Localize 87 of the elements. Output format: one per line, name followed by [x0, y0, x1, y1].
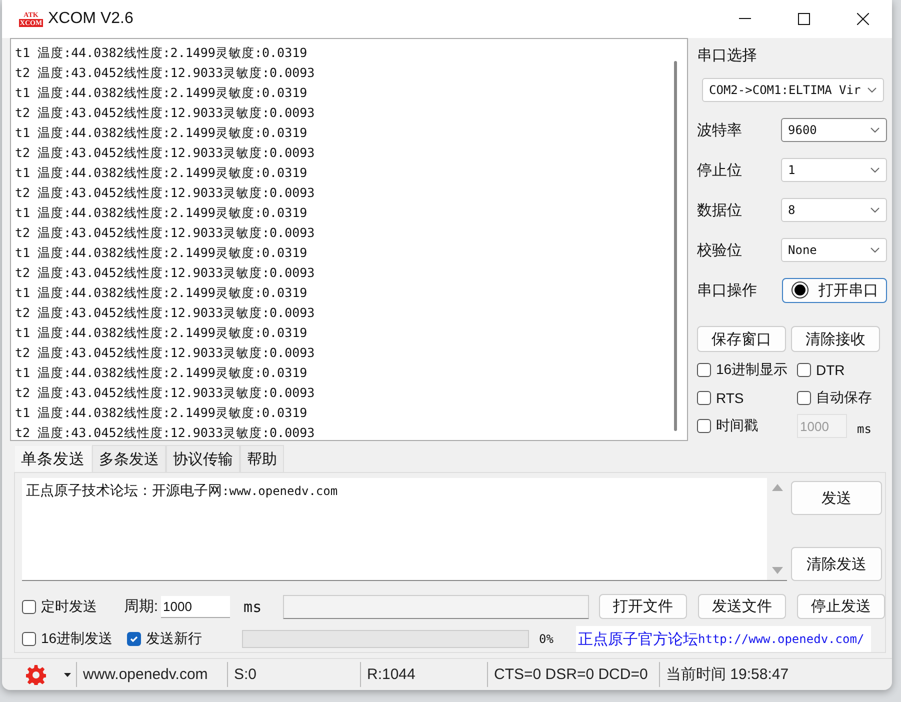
operation-label: 串口操作: [697, 280, 757, 300]
received-line: t1 温度:44.0382线性度:2.1499灵敏度:0.0319: [15, 284, 308, 302]
setting-label: 波特率: [697, 120, 742, 140]
dropdown[interactable]: 1: [781, 158, 887, 182]
chevron-icon: [870, 207, 880, 213]
checkbox-label: 发送新行: [146, 630, 202, 648]
port-status-icon: [790, 281, 808, 299]
unit-label: ms: [244, 598, 262, 616]
setting-label: 数据位: [697, 200, 742, 220]
open-port-button[interactable]: 打开串口: [782, 278, 887, 302]
chevron-icon: [870, 167, 880, 173]
setting-label: 停止位: [697, 160, 742, 180]
received-line: t1 温度:44.0382线性度:2.1499灵敏度:0.0319: [15, 324, 308, 342]
checkbox-label: RTS: [716, 390, 744, 406]
checkbox[interactable]: [697, 391, 711, 405]
period-label: 周期:: [124, 597, 158, 616]
tab[interactable]: 协议传输: [166, 445, 240, 472]
checkbox[interactable]: [797, 363, 811, 377]
received-line: t1 温度:44.0382线性度:2.1499灵敏度:0.0319: [15, 244, 308, 262]
line-status: CTS=0 DSR=0 DCD=0: [487, 662, 659, 687]
received-line: t1 温度:44.0382线性度:2.1499灵敏度:0.0319: [15, 364, 308, 382]
scrollbar[interactable]: [674, 61, 677, 431]
checkbox-label: 自动保存: [816, 389, 872, 407]
checkbox[interactable]: [127, 632, 141, 646]
current-time: 当前时间 19:58:47: [659, 662, 809, 687]
received-line: t2 温度:43.0452线性度:12.9033灵敏度:0.0093: [15, 304, 316, 322]
received-line: t2 温度:43.0452线性度:12.9033灵敏度:0.0093: [15, 224, 316, 242]
checkmark-icon: [129, 634, 139, 644]
stop-send-button[interactable]: 停止发送: [796, 594, 886, 619]
send-text: 正点原子技术论坛：开源电子网:www.openedv.com: [25, 481, 339, 500]
received-line: t1 温度:44.0382线性度:2.1499灵敏度:0.0319: [15, 84, 308, 102]
received-line: t1 温度:44.0382线性度:2.1499灵敏度:0.0319: [15, 404, 308, 422]
tab[interactable]: 多条发送: [92, 445, 166, 472]
setting-label: 校验位: [697, 240, 742, 260]
dropdown[interactable]: COM2->COM1:ELTIMA Vir: [702, 78, 884, 102]
forum-link[interactable]: 正点原子官方论坛http://www.openedv.com/: [576, 626, 871, 652]
save-window-button[interactable]: 保存窗口: [697, 326, 786, 352]
port-label: 串口选择: [697, 46, 758, 66]
checkbox-label: 16进制显示: [716, 361, 788, 379]
progress-reading: 0%: [539, 632, 554, 646]
send-file-button[interactable]: 发送文件: [698, 594, 786, 619]
received-line: t1 温度:44.0382线性度:2.1499灵敏度:0.0319: [15, 44, 308, 62]
clear-send-button[interactable]: 清除发送: [791, 547, 882, 581]
checkbox[interactable]: [697, 363, 711, 377]
site-label: www.openedv.com: [76, 662, 227, 687]
open-file-button[interactable]: 打开文件: [598, 594, 687, 619]
received-line: t2 温度:43.0452线性度:12.9033灵敏度:0.0093: [15, 264, 316, 282]
minimize-icon: [738, 18, 750, 20]
checkbox[interactable]: [797, 391, 811, 405]
checkbox[interactable]: [22, 600, 36, 614]
checkbox[interactable]: [22, 632, 36, 646]
unit-label: ms: [857, 422, 872, 436]
gear-icon[interactable]: [26, 664, 46, 684]
dropdown[interactable]: None: [781, 238, 887, 262]
received-count: R:1044: [360, 662, 487, 687]
checkbox-label: DTR: [816, 362, 845, 378]
checkbox[interactable]: [697, 419, 711, 433]
dropdown[interactable]: 8: [781, 198, 887, 222]
clear-receive-button[interactable]: 清除接收: [791, 326, 880, 352]
received-line: t2 温度:43.0452线性度:12.9033灵敏度:0.0093: [15, 184, 316, 202]
dropdown[interactable]: 9600: [781, 118, 887, 142]
send-button[interactable]: 发送: [791, 481, 882, 515]
window-title: XCOM V2.6: [48, 10, 134, 28]
maximize-icon: [798, 13, 810, 25]
chevron-icon: [867, 87, 877, 93]
file-path-field[interactable]: [282, 594, 589, 618]
sent-count: S:0: [227, 662, 360, 687]
checkbox-label: 时间戳: [716, 417, 758, 435]
close-icon: [856, 13, 868, 25]
received-line: t2 温度:43.0452线性度:12.9033灵敏度:0.0093: [15, 424, 316, 440]
period-field[interactable]: 1000: [161, 596, 230, 618]
chevron-icon: [870, 127, 880, 133]
received-line: t2 温度:43.0452线性度:12.9033灵敏度:0.0093: [15, 144, 316, 162]
received-line: t2 温度:43.0452线性度:12.9033灵敏度:0.0093: [15, 104, 316, 122]
checkbox-label: 16进制发送: [41, 630, 113, 648]
received-line: t2 温度:43.0452线性度:12.9033灵敏度:0.0093: [15, 384, 316, 402]
tab[interactable]: 单条发送: [14, 445, 92, 472]
received-line: t1 温度:44.0382线性度:2.1499灵敏度:0.0319: [15, 164, 308, 182]
receive-area[interactable]: [10, 38, 688, 441]
received-line: t2 温度:43.0452线性度:12.9033灵敏度:0.0093: [15, 64, 316, 82]
received-line: t2 温度:43.0452线性度:12.9033灵敏度:0.0093: [15, 344, 316, 362]
tab[interactable]: 帮助: [240, 445, 284, 472]
received-line: t1 温度:44.0382线性度:2.1499灵敏度:0.0319: [15, 204, 308, 222]
caret-icon[interactable]: [64, 672, 71, 676]
received-line: t1 温度:44.0382线性度:2.1499灵敏度:0.0319: [15, 124, 308, 142]
chevron-icon: [870, 247, 880, 253]
checkbox-label: 定时发送: [41, 598, 97, 616]
